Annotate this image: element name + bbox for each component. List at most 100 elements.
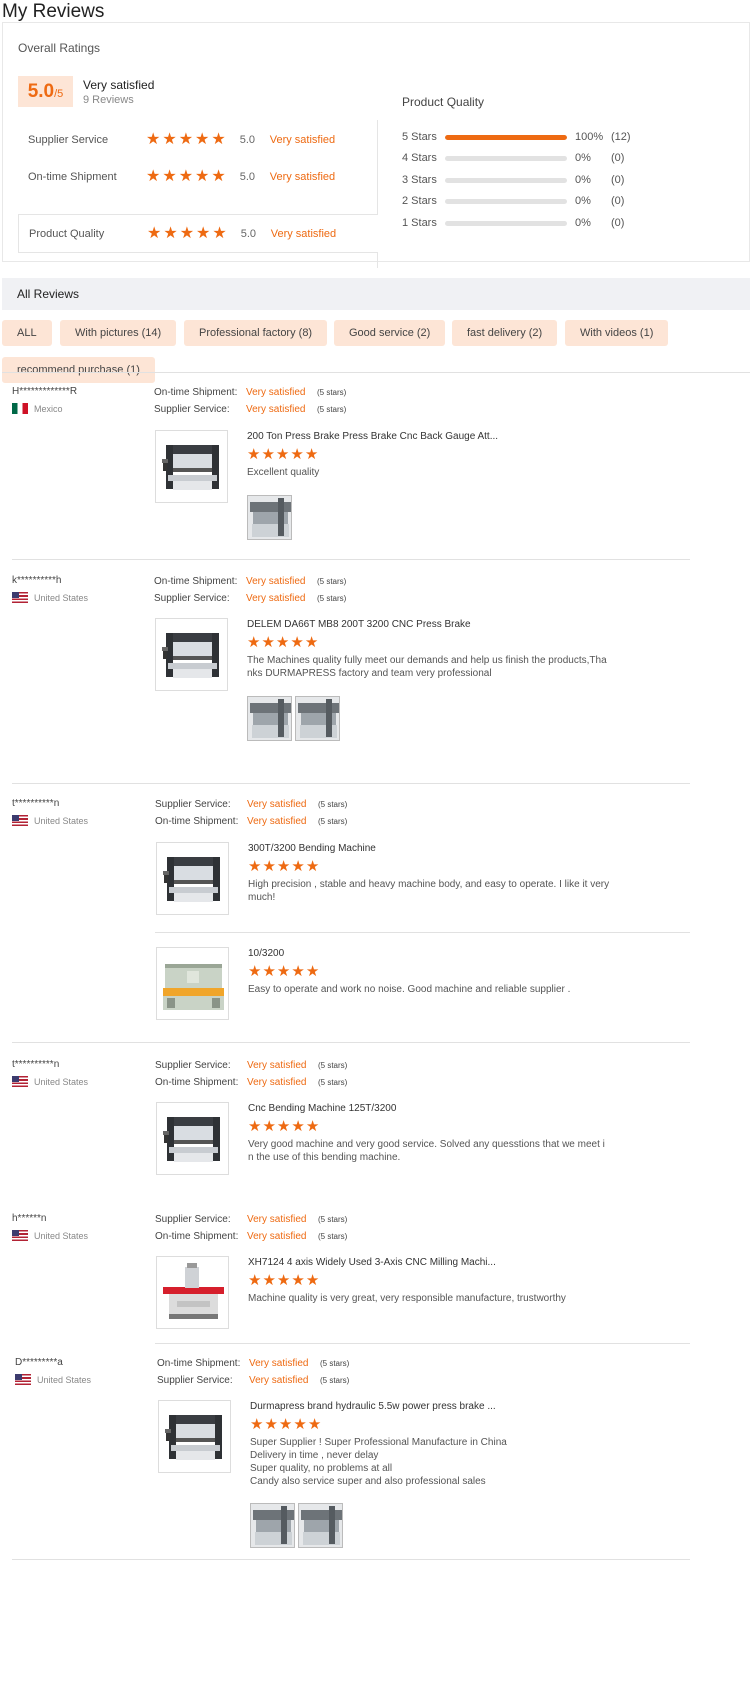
reviewer-country: United States xyxy=(12,592,88,603)
product-thumbnail[interactable] xyxy=(155,430,228,503)
meta-stars: (5 stars) xyxy=(317,405,347,414)
pq-star-label: 2 Stars xyxy=(402,195,437,207)
pq-star-label: 5 Stars xyxy=(402,131,437,143)
sub-rating-supplier-service[interactable]: Supplier Service ★ ★ ★ ★ ★ 5.0 Very satisfie… xyxy=(18,120,378,160)
pq-percent: 100% xyxy=(575,131,604,143)
product-title-link[interactable]: 300T/3200 Bending Machine xyxy=(248,843,376,854)
meta-stars: (5 stars) xyxy=(318,1078,348,1087)
product-thumbnail[interactable] xyxy=(156,947,229,1020)
product-title-link[interactable]: DELEM DA66T MB8 200T 3200 CNC Press Brak… xyxy=(247,619,471,630)
filter-with-pictures[interactable]: With pictures (14) xyxy=(60,320,177,346)
meta-label: On-time Shipment: xyxy=(154,387,238,398)
review-meta-row: Supplier Service: Very satisfied (5 stars) xyxy=(154,593,346,604)
star-rating: ★ ★ ★ ★ ★ xyxy=(146,169,226,185)
filter-with-videos[interactable]: With videos (1) xyxy=(565,320,669,346)
all-reviews-header: All Reviews xyxy=(2,278,750,310)
product-title-link[interactable]: Durmapress brand hydraulic 5.5w power pr… xyxy=(250,1401,496,1412)
meta-stars: (5 stars) xyxy=(318,1232,348,1241)
star-icon: ★ xyxy=(291,858,305,875)
meta-stars: (5 stars) xyxy=(320,1376,350,1385)
review-text: n the use of this bending machine. xyxy=(248,1152,401,1163)
meta-stars: (5 stars) xyxy=(318,1061,348,1070)
review-meta-row: On-time Shipment: Very satisfied (5 stars) xyxy=(155,1231,347,1242)
star-icon: ★ xyxy=(305,1118,320,1135)
product-thumbnail[interactable] xyxy=(156,842,229,915)
review-text: High precision , stable and heavy machin… xyxy=(248,879,610,890)
star-icon: ★ xyxy=(179,224,195,242)
star-icon: ★ xyxy=(178,168,194,185)
review-text: Delivery in time , never delay xyxy=(250,1450,379,1461)
review-text: The Machines quality fully meet our dema… xyxy=(247,655,607,666)
product-thumbnail[interactable] xyxy=(158,1400,231,1473)
star-icon: ★ xyxy=(293,1416,307,1433)
country-name: United States xyxy=(34,815,89,826)
product-thumbnail[interactable] xyxy=(156,1102,229,1175)
pq-star-label: 3 Stars xyxy=(402,174,437,186)
usa-flag-icon xyxy=(12,592,28,603)
filter-good-service[interactable]: Good service (2) xyxy=(334,320,446,346)
filter-professional-factory[interactable]: Professional factory (8) xyxy=(184,320,328,346)
star-icon: ★ xyxy=(248,1118,262,1135)
review-star-rating: ★ ★ ★ ★ ★ xyxy=(248,1119,319,1135)
review-photo[interactable] xyxy=(295,696,340,741)
star-icon: ★ xyxy=(304,634,319,651)
pq-progress-bar xyxy=(445,134,567,140)
star-icon: ★ xyxy=(163,224,178,242)
reviewer-country: United States xyxy=(12,815,88,826)
filter-all[interactable]: ALL xyxy=(2,320,52,346)
review-photo[interactable] xyxy=(247,495,292,540)
star-icon: ★ xyxy=(275,446,290,463)
star-icon: ★ xyxy=(146,168,161,185)
star-icon: ★ xyxy=(261,446,275,463)
product-quality-title: Product Quality xyxy=(402,95,485,109)
country-name: United States xyxy=(37,1374,92,1385)
meta-value: Very satisfied xyxy=(247,1214,307,1225)
review-photo[interactable] xyxy=(298,1503,343,1548)
product-title-link[interactable]: 200 Ton Press Brake Press Brake Cnc Back… xyxy=(247,431,498,442)
review-star-rating: ★ ★ ★ ★ ★ xyxy=(250,1417,321,1433)
meta-value: Very satisfied xyxy=(249,1358,309,1369)
product-thumbnail[interactable] xyxy=(156,1256,229,1329)
meta-value: Very satisfied xyxy=(246,593,306,604)
review-photo[interactable] xyxy=(250,1503,295,1548)
star-icon: ★ xyxy=(278,1416,293,1433)
review-meta-row: On-time Shipment: Very satisfied (5 stars) xyxy=(157,1358,349,1369)
review-divider xyxy=(12,783,690,784)
meta-value: Very satisfied xyxy=(247,799,307,810)
meta-label: On-time Shipment: xyxy=(155,1077,239,1088)
overall-score-suffix: /5 xyxy=(54,88,64,100)
pq-count: (0) xyxy=(611,152,625,164)
review-star-rating: ★ ★ ★ ★ ★ xyxy=(247,447,318,463)
sub-rating-on-time-shipment[interactable]: On-time Shipment ★ ★ ★ ★ ★ 5.0 Very satisfie… xyxy=(18,157,378,197)
reviewer-name: D*********a xyxy=(15,1357,63,1368)
usa-flag-icon xyxy=(12,1230,28,1241)
sub-rating-label: On-time Shipment xyxy=(28,171,117,183)
star-icon: ★ xyxy=(305,1272,320,1289)
review-meta-row: Supplier Service: Very satisfied (5 stars) xyxy=(155,1214,347,1225)
star-icon: ★ xyxy=(178,131,194,148)
reviewer-name: H*************R xyxy=(12,386,78,397)
review-photo[interactable] xyxy=(247,696,292,741)
filter-fast-delivery[interactable]: fast delivery (2) xyxy=(452,320,558,346)
country-name: United States xyxy=(34,592,89,603)
review-divider xyxy=(12,559,690,560)
meta-label: On-time Shipment: xyxy=(155,816,239,827)
star-icon: ★ xyxy=(291,1118,305,1135)
star-icon: ★ xyxy=(212,224,227,242)
sub-rating-text: Very satisfied xyxy=(269,171,336,183)
product-title-link[interactable]: 10/3200 xyxy=(248,948,284,959)
product-title-link[interactable]: Cnc Bending Machine 125T/3200 xyxy=(248,1103,396,1114)
sub-rating-text: Very satisfied xyxy=(269,134,336,146)
pq-star-label: 4 Stars xyxy=(402,152,437,164)
meta-label: On-time Shipment: xyxy=(154,576,238,587)
product-thumbnail[interactable] xyxy=(155,618,228,691)
star-icon: ★ xyxy=(276,1118,291,1135)
pq-progress-bar xyxy=(445,220,567,226)
product-title-link[interactable]: XH7124 4 axis Widely Used 3-Axis CNC Mil… xyxy=(248,1257,496,1268)
star-icon: ★ xyxy=(264,1416,278,1433)
meta-value: Very satisfied xyxy=(247,1231,307,1242)
country-name: Mexico xyxy=(34,403,63,414)
overall-score-text: Very satisfied xyxy=(83,78,155,92)
sub-rating-product-quality[interactable]: Product Quality ★ ★ ★ ★ ★ 5.0 Very satisfied xyxy=(18,214,378,253)
filter-recommend-purchase[interactable]: recommend purchase (1) xyxy=(2,357,155,383)
